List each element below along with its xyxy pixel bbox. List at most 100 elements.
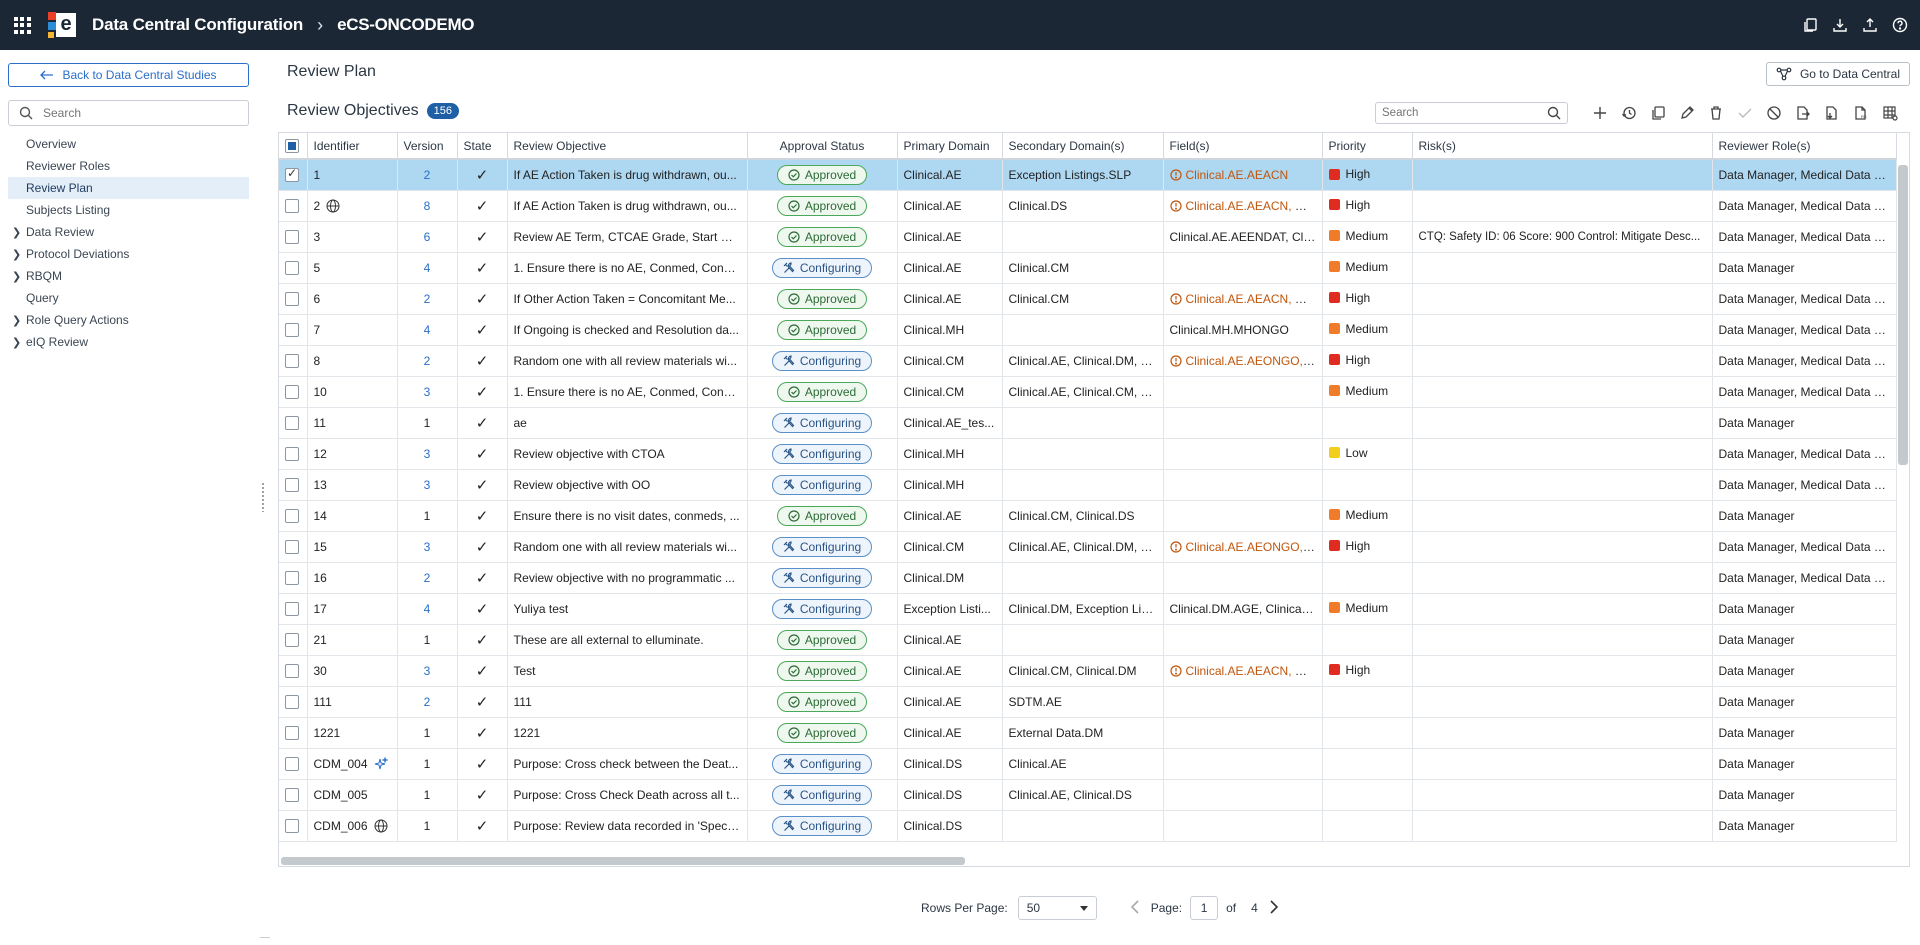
table-row[interactable]: 7 4 ✓ If Ongoing is checked and Resolution … [279, 314, 1897, 346]
table-row[interactable]: 15 3 ✓ Random one with all review materials… [279, 531, 1897, 563]
table-row[interactable]: 16 2 ✓ Review objective with no programmati… [279, 562, 1897, 594]
horizontal-scrollbar[interactable] [281, 857, 965, 865]
table-row[interactable]: 11 1 ✓ ae Configuring Clinical.AE_tes... Data … [279, 407, 1897, 439]
table-row[interactable]: 21 1 ✓ These are all external to elluminate… [279, 624, 1897, 656]
row-select-cell[interactable] [279, 407, 308, 439]
rows-per-page-select[interactable]: 50 [1017, 896, 1097, 920]
nav-item-reviewer-roles[interactable]: Reviewer Roles [8, 155, 249, 177]
row-select-cell[interactable] [279, 810, 308, 842]
row-select-cell[interactable] [279, 748, 308, 780]
column-header-fields[interactable]: Field(s) [1163, 133, 1323, 160]
version-value[interactable]: 2 [424, 292, 431, 306]
delete-icon[interactable] [1705, 102, 1726, 124]
nav-search-input[interactable] [43, 106, 233, 120]
row-checkbox[interactable] [285, 291, 299, 306]
row-checkbox[interactable] [285, 229, 299, 244]
nav-item-protocol-deviations[interactable]: ❯ Protocol Deviations [8, 243, 249, 265]
row-checkbox[interactable] [285, 756, 299, 771]
upload-icon[interactable] [1862, 17, 1878, 33]
objective-cell[interactable]: Test [507, 655, 748, 687]
version-value[interactable]: 3 [424, 385, 431, 399]
select-all-checkbox[interactable] [285, 138, 299, 153]
table-row[interactable]: 1 2 ✓ If AE Action Taken is drug withdrawn,… [279, 159, 1897, 191]
row-select-cell[interactable] [279, 221, 308, 253]
table-row[interactable]: 12 3 ✓ Review objective with CTOA Configurin… [279, 438, 1897, 470]
app-launcher-icon[interactable] [0, 0, 44, 50]
nav-item-overview[interactable]: Overview [8, 133, 249, 155]
nav-item-eiq-review[interactable]: ❯ eIQ Review [8, 331, 249, 353]
row-checkbox[interactable] [285, 694, 299, 709]
version-value[interactable]: 3 [424, 664, 431, 678]
back-to-studies-button[interactable]: Back to Data Central Studies [8, 63, 249, 87]
row-select-cell[interactable] [279, 469, 308, 501]
nav-item-review-plan[interactable]: Review Plan [8, 177, 249, 199]
row-checkbox[interactable] [285, 663, 299, 678]
row-checkbox[interactable] [285, 508, 299, 523]
objective-cell[interactable]: 1221 [507, 717, 748, 749]
row-select-cell[interactable] [279, 438, 308, 470]
table-row[interactable]: CDM_006 1 ✓ Purpose: Review data recorded i… [279, 810, 1897, 842]
table-row[interactable]: 30 3 ✓ Test Approved Clinical.AE Clinical.CM, … [279, 655, 1897, 687]
chevron-right-icon[interactable]: ❯ [12, 270, 21, 283]
add-icon[interactable] [1589, 102, 1610, 124]
row-select-cell[interactable] [279, 283, 308, 315]
export-icon[interactable] [1792, 102, 1813, 124]
row-checkbox[interactable] [285, 322, 299, 337]
table-row[interactable]: 5 4 ✓ 1. Ensure there is no AE, Conmed, Con… [279, 252, 1897, 284]
table-search-field[interactable] [1375, 102, 1568, 124]
version-value[interactable]: 3 [424, 540, 431, 554]
chevron-right-icon[interactable]: ❯ [12, 248, 21, 261]
column-header-secondary-domains[interactable]: Secondary Domain(s) [1002, 133, 1164, 160]
column-header-primary-domain[interactable]: Primary Domain [897, 133, 1003, 160]
row-select-cell[interactable] [279, 314, 308, 346]
row-select-cell[interactable] [279, 655, 308, 687]
column-header-risks[interactable]: Risk(s) [1412, 133, 1713, 160]
row-checkbox[interactable] [285, 166, 299, 183]
nav-item-subjects-listing[interactable]: Subjects Listing [8, 199, 249, 221]
row-select-cell[interactable] [279, 624, 308, 656]
row-checkbox[interactable] [285, 260, 299, 275]
prev-page-icon[interactable] [1130, 899, 1139, 917]
version-value[interactable]: 8 [424, 199, 431, 213]
objective-cell[interactable]: Review objective with OO [507, 469, 748, 501]
row-select-cell[interactable] [279, 531, 308, 563]
column-header-version[interactable]: Version [397, 133, 458, 160]
objective-cell[interactable]: Purpose: Cross Check Death across all t.… [507, 779, 748, 811]
nav-item-query[interactable]: Query [8, 287, 249, 309]
nav-search-field[interactable] [8, 100, 249, 126]
objective-cell[interactable]: If AE Action Taken is drug withdrawn, ou… [507, 159, 748, 191]
nav-item-role-query-actions[interactable]: ❯ Role Query Actions [8, 309, 249, 331]
row-checkbox[interactable] [285, 446, 299, 461]
row-checkbox[interactable] [285, 725, 299, 740]
objective-cell[interactable]: Purpose: Cross check between the Deat... [507, 748, 748, 780]
vertical-scrollbar[interactable] [1898, 165, 1908, 465]
version-value[interactable]: 3 [424, 478, 431, 492]
app-title[interactable]: Data Central Configuration [92, 15, 303, 35]
table-row[interactable]: CDM_004 1 ✓ Purpose: Cross check between th… [279, 748, 1897, 780]
row-checkbox[interactable] [285, 477, 299, 492]
edit-icon[interactable] [1676, 102, 1697, 124]
objective-cell[interactable]: Random one with all review materials wi.… [507, 531, 748, 563]
chevron-right-icon[interactable]: ❯ [12, 336, 21, 349]
next-page-icon[interactable] [1270, 899, 1278, 917]
row-checkbox[interactable] [285, 787, 299, 802]
version-value[interactable]: 6 [424, 230, 431, 244]
row-checkbox[interactable] [285, 539, 299, 554]
objective-cell[interactable]: These are all external to elluminate. [507, 624, 748, 656]
objective-cell[interactable]: Purpose: Review data recorded in 'Specif… [507, 810, 748, 842]
columns-settings-icon[interactable] [1879, 102, 1900, 124]
table-row[interactable]: 8 2 ✓ Random one with all review materials … [279, 345, 1897, 377]
version-value[interactable]: 2 [424, 695, 431, 709]
row-select-cell[interactable] [279, 593, 308, 625]
row-checkbox[interactable] [285, 570, 299, 585]
row-select-cell[interactable] [279, 159, 308, 191]
objective-cell[interactable]: Yuliya test [507, 593, 748, 625]
objective-cell[interactable]: If AE Action Taken is drug withdrawn, ou… [507, 190, 748, 222]
chevron-right-icon[interactable]: ❯ [12, 226, 21, 239]
history-icon[interactable] [1618, 102, 1639, 124]
row-checkbox[interactable] [285, 415, 299, 430]
objective-cell[interactable]: 1. Ensure there is no AE, Conmed, Conm..… [507, 252, 748, 284]
table-row[interactable]: 17 4 ✓ Yuliya test Configuring Exception List… [279, 593, 1897, 625]
row-select-cell[interactable] [279, 500, 308, 532]
objective-cell[interactable]: Review AE Term, CTCAE Grade, Start Dat..… [507, 221, 748, 253]
